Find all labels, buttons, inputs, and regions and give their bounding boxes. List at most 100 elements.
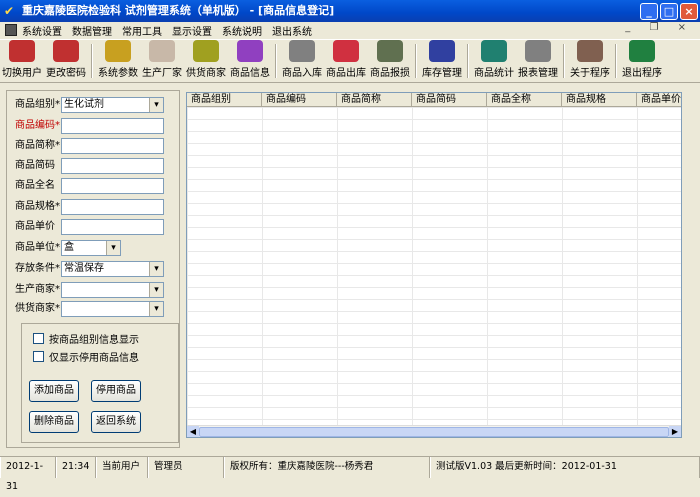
checkbox-disabled-only[interactable]: 仅显示停用商品信息: [33, 349, 139, 364]
toolbar-label: 商品统计: [474, 68, 514, 79]
mdi-controls[interactable]: _ ❐ ×: [625, 22, 694, 33]
toolbar-button[interactable]: 报表管理: [516, 40, 560, 82]
toolbar-button[interactable]: 更改密码: [44, 40, 88, 82]
toolbar-label: 商品出库: [326, 68, 366, 79]
toolbar-button[interactable]: 关于程序: [568, 40, 612, 82]
scroll-right-icon[interactable]: ▶: [669, 426, 681, 437]
toolbar-separator: [275, 44, 277, 78]
field-select[interactable]: [61, 301, 164, 317]
field-label: 商品简码: [15, 160, 55, 171]
form-panel: 按商品组别信息显示 仅显示停用商品信息 添加商品 停用商品 删除商品 返回系统 …: [6, 90, 180, 448]
add-product-button[interactable]: 添加商品: [29, 380, 79, 402]
disable-product-button[interactable]: 停用商品: [91, 380, 141, 402]
column-header[interactable]: 商品组别: [187, 93, 262, 106]
field-label: 生产商家*: [15, 284, 60, 295]
toolbar-separator: [615, 44, 617, 78]
checkbox[interactable]: [33, 333, 44, 344]
field-select[interactable]: [61, 282, 164, 298]
column-header[interactable]: 商品单价: [637, 93, 681, 106]
status-user: 管理员: [148, 457, 224, 478]
close-button[interactable]: ×: [680, 3, 698, 20]
menu-exit[interactable]: 退出系统: [272, 23, 312, 38]
toolbar-button[interactable]: 商品统计: [472, 40, 516, 82]
toolbar-label: 退出程序: [622, 68, 662, 79]
field-input[interactable]: [61, 178, 164, 194]
field-label: 商品简称*: [15, 140, 60, 151]
checkbox[interactable]: [33, 351, 44, 362]
toolbar-icon: [237, 40, 263, 62]
column-header[interactable]: 商品简称: [337, 93, 412, 106]
menu-help[interactable]: 系统说明: [222, 23, 262, 38]
column-header[interactable]: 商品编码: [262, 93, 337, 106]
status-time: 21:34: [56, 457, 96, 478]
toolbar-button[interactable]: 生产厂家: [140, 40, 184, 82]
grid-body[interactable]: [187, 107, 681, 425]
toolbar-separator: [467, 44, 469, 78]
status-user-label: 当前用户: [96, 457, 148, 478]
toolbar-icon: [377, 40, 403, 62]
toolbar-button[interactable]: 商品报损: [368, 40, 412, 82]
grid-header: 商品组别 商品编码 商品简称 商品简码 商品全称 商品规格 商品单价: [187, 93, 681, 107]
toolbar-icon: [481, 40, 507, 62]
toolbar-label: 生产厂家: [142, 68, 182, 79]
toolbar-label: 报表管理: [518, 68, 558, 79]
field-input[interactable]: [61, 219, 164, 235]
toolbar-icon: [429, 40, 455, 62]
horizontal-scrollbar[interactable]: ◀ ▶: [187, 425, 681, 437]
scroll-thumb[interactable]: [199, 427, 669, 437]
delete-product-button[interactable]: 删除商品: [29, 411, 79, 433]
toolbar-label: 更改密码: [46, 68, 86, 79]
field-label: 商品编码*: [15, 120, 60, 131]
toolbar: 切换用户 更改密码 系统参数 生产厂家 供货商家 商品信息 商品入库 商品出库 商品报损 库存管理…: [0, 39, 700, 83]
field-select[interactable]: 盒: [61, 240, 121, 256]
checkbox-group-filter[interactable]: 按商品组别信息显示: [33, 331, 139, 346]
toolbar-icon: [193, 40, 219, 62]
toolbar-icon: [105, 40, 131, 62]
status-version: 测试版V1.03 最后更新时间：2012-01-31: [430, 457, 700, 478]
menu-tools[interactable]: 常用工具: [122, 23, 162, 38]
toolbar-separator: [563, 44, 565, 78]
scroll-left-icon[interactable]: ◀: [187, 426, 199, 437]
toolbar-label: 商品入库: [282, 68, 322, 79]
toolbar-icon: [53, 40, 79, 62]
toolbar-label: 系统参数: [98, 68, 138, 79]
toolbar-button[interactable]: 商品入库: [280, 40, 324, 82]
toolbar-button[interactable]: 退出程序: [620, 40, 664, 82]
toolbar-button[interactable]: 系统参数: [96, 40, 140, 82]
field-select[interactable]: 常温保存: [61, 261, 164, 277]
field-input[interactable]: [61, 158, 164, 174]
toolbar-button[interactable]: 库存管理: [420, 40, 464, 82]
toolbar-button[interactable]: 切换用户: [0, 40, 44, 82]
field-input[interactable]: [61, 138, 164, 154]
toolbar-icon: [577, 40, 603, 62]
field-label: 商品单位*: [15, 242, 60, 253]
minimize-button[interactable]: _: [640, 3, 658, 20]
column-header[interactable]: 商品规格: [562, 93, 637, 106]
toolbar-icon: [149, 40, 175, 62]
field-select[interactable]: 生化试剂: [61, 97, 164, 113]
menu-data-management[interactable]: 数据管理: [72, 23, 112, 38]
checkbox-label: 按商品组别信息显示: [49, 335, 139, 346]
maximize-button[interactable]: □: [660, 3, 678, 20]
toolbar-icon: [289, 40, 315, 62]
toolbar-icon: [629, 40, 655, 62]
field-input[interactable]: [61, 199, 164, 215]
toolbar-button[interactable]: 供货商家: [184, 40, 228, 82]
product-grid[interactable]: 商品组别 商品编码 商品简称 商品简码 商品全称 商品规格 商品单价 ◀ ▶: [186, 92, 682, 438]
column-header[interactable]: 商品全称: [487, 93, 562, 106]
status-date: 2012-1-31: [0, 457, 56, 492]
field-label: 商品组别*: [15, 99, 60, 110]
window-title: 重庆嘉陵医院检验科 试剂管理系统（单机版） - [商品信息登记]: [22, 4, 335, 17]
menu-system-settings[interactable]: 系统设置: [22, 23, 62, 38]
toolbar-icon: [9, 40, 35, 62]
return-button[interactable]: 返回系统: [91, 411, 141, 433]
column-header[interactable]: 商品简码: [412, 93, 487, 106]
app-icon: ✔: [4, 4, 15, 18]
toolbar-button[interactable]: 商品出库: [324, 40, 368, 82]
field-label: 商品单价: [15, 221, 55, 232]
checkbox-label: 仅显示停用商品信息: [49, 353, 139, 364]
toolbar-button[interactable]: 商品信息: [228, 40, 272, 82]
field-input[interactable]: [61, 118, 164, 134]
toolbar-separator: [91, 44, 93, 78]
menu-display-settings[interactable]: 显示设置: [172, 23, 212, 38]
